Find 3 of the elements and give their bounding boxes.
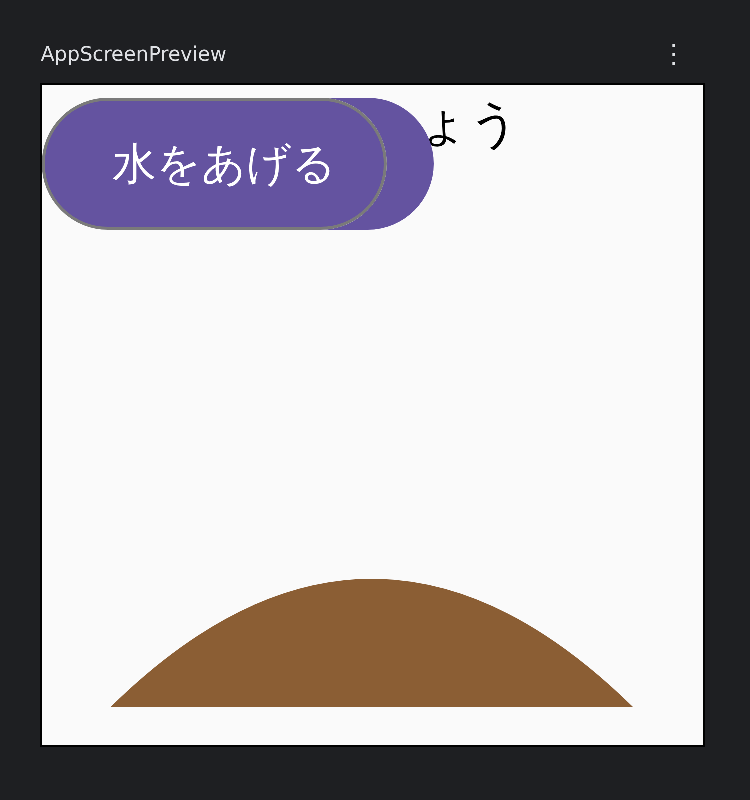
window-title: AppScreenPreview: [40, 42, 227, 66]
menu-button[interactable]: ⋮: [653, 41, 705, 67]
heading-text: ょう: [418, 97, 520, 152]
